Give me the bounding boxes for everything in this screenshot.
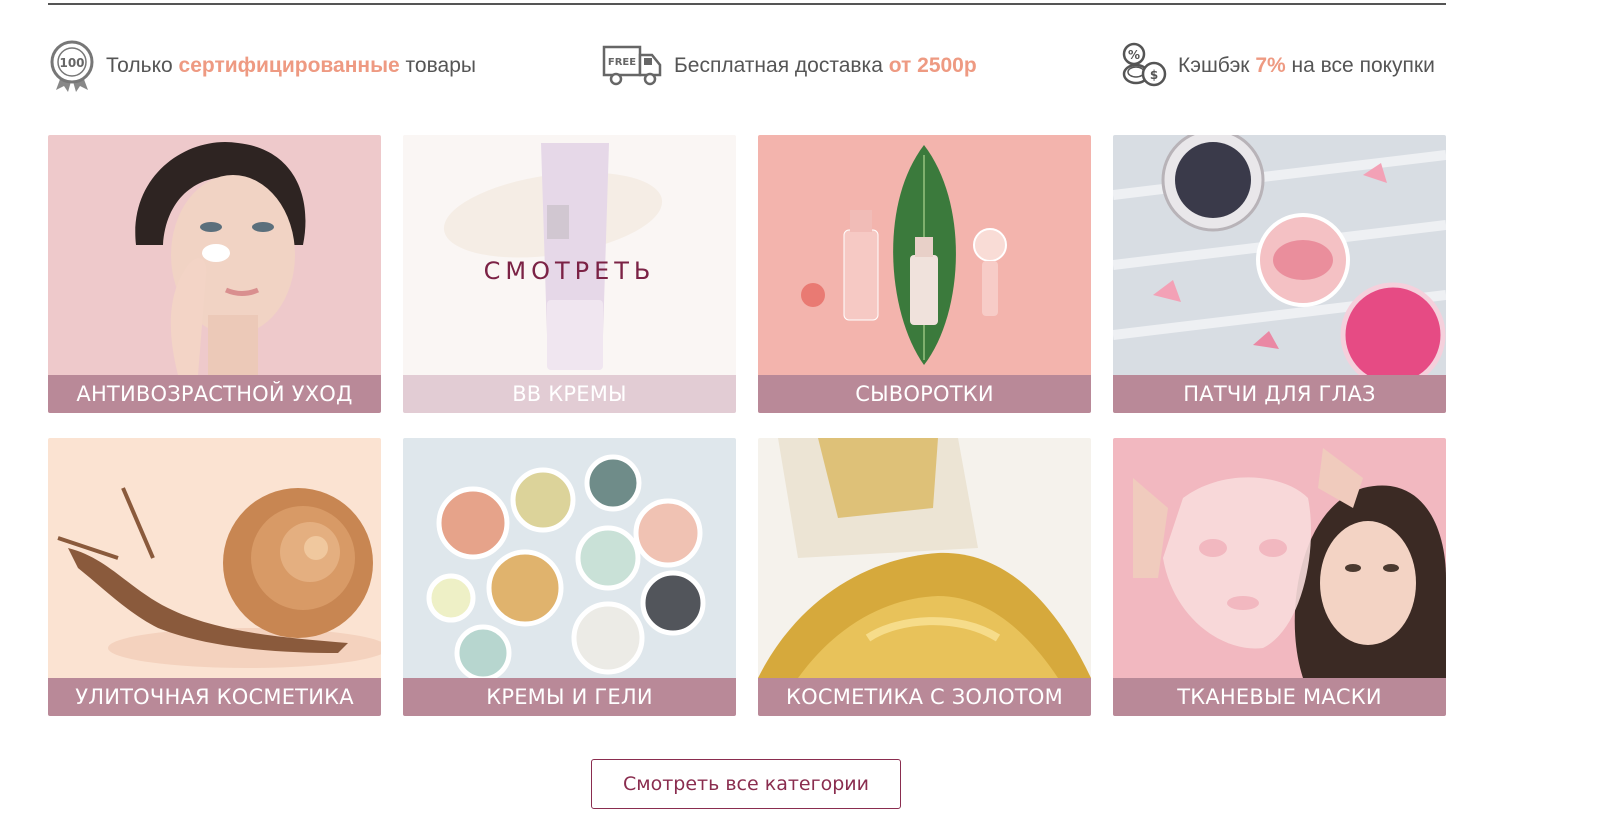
category-tile-bb-creams[interactable]: СМОТРЕТЬ BB КРЕМЫ xyxy=(403,135,736,413)
woman-applying-cream-image xyxy=(48,135,381,375)
feature-cashback: % $ Кэшбэк 7% на все покупки xyxy=(1120,40,1435,92)
gold-flakes-image xyxy=(758,438,1091,678)
svg-text:$: $ xyxy=(1150,68,1158,82)
feature-certified-text: Только сертифицированные товары xyxy=(106,54,476,77)
bb-cream-tube-image xyxy=(403,135,736,375)
category-label: АНТИВОЗРАСТНОЙ УХОД xyxy=(48,375,381,413)
quality-badge-icon: 100 xyxy=(50,40,94,92)
feature-certified: 100 Только сертифицированные товары xyxy=(48,40,476,92)
category-label: ПАТЧИ ДЛЯ ГЛАЗ xyxy=(1113,375,1446,413)
category-tile-gold-cosmetics[interactable]: КОСМЕТИКА С ЗОЛОТОМ xyxy=(758,438,1091,716)
svg-text:FREE: FREE xyxy=(608,57,636,68)
svg-text:%: % xyxy=(1128,48,1140,62)
view-all-categories-button[interactable]: Смотреть все категории xyxy=(591,759,901,809)
category-tile-serums[interactable]: СЫВОРОТКИ xyxy=(758,135,1091,413)
view-overlay-label[interactable]: СМОТРЕТЬ xyxy=(403,257,736,285)
category-tile-sheet-masks[interactable]: ТКАНЕВЫЕ МАСКИ xyxy=(1113,438,1446,716)
category-tile-antiaging[interactable]: АНТИВОЗРАСТНОЙ УХОД xyxy=(48,135,381,413)
category-tile-snail-cosmetics[interactable]: УЛИТОЧНАЯ КОСМЕТИКА xyxy=(48,438,381,716)
svg-text:100: 100 xyxy=(59,56,84,70)
category-label: УЛИТОЧНАЯ КОСМЕТИКА xyxy=(48,678,381,716)
woman-with-sheet-mask-image xyxy=(1113,438,1446,678)
category-label: КРЕМЫ И ГЕЛИ xyxy=(403,678,736,716)
category-label: BB КРЕМЫ xyxy=(403,375,736,413)
top-divider xyxy=(48,3,1446,5)
feature-free-delivery-text: Бесплатная доставка от 2500р xyxy=(674,54,977,77)
features-bar: 100 Только сертифицированные товары FREE… xyxy=(48,40,1446,92)
feature-cashback-text: Кэшбэк 7% на все покупки xyxy=(1178,54,1435,77)
snail-image xyxy=(48,438,381,678)
category-label: КОСМЕТИКА С ЗОЛОТОМ xyxy=(758,678,1091,716)
feature-free-delivery: FREE Бесплатная доставка от 2500р xyxy=(602,40,977,92)
category-tile-eye-patches[interactable]: ПАТЧИ ДЛЯ ГЛАЗ xyxy=(1113,135,1446,413)
category-label: СЫВОРОТКИ xyxy=(758,375,1091,413)
cream-jars-image xyxy=(403,438,736,678)
free-delivery-truck-icon: FREE xyxy=(602,45,662,86)
category-tile-creams-gels[interactable]: КРЕМЫ И ГЕЛИ xyxy=(403,438,736,716)
serum-bottles-image xyxy=(758,135,1091,375)
category-label: ТКАНЕВЫЕ МАСКИ xyxy=(1113,678,1446,716)
cashback-coins-icon: % $ xyxy=(1122,42,1167,87)
eye-patch-jars-image xyxy=(1113,135,1446,375)
